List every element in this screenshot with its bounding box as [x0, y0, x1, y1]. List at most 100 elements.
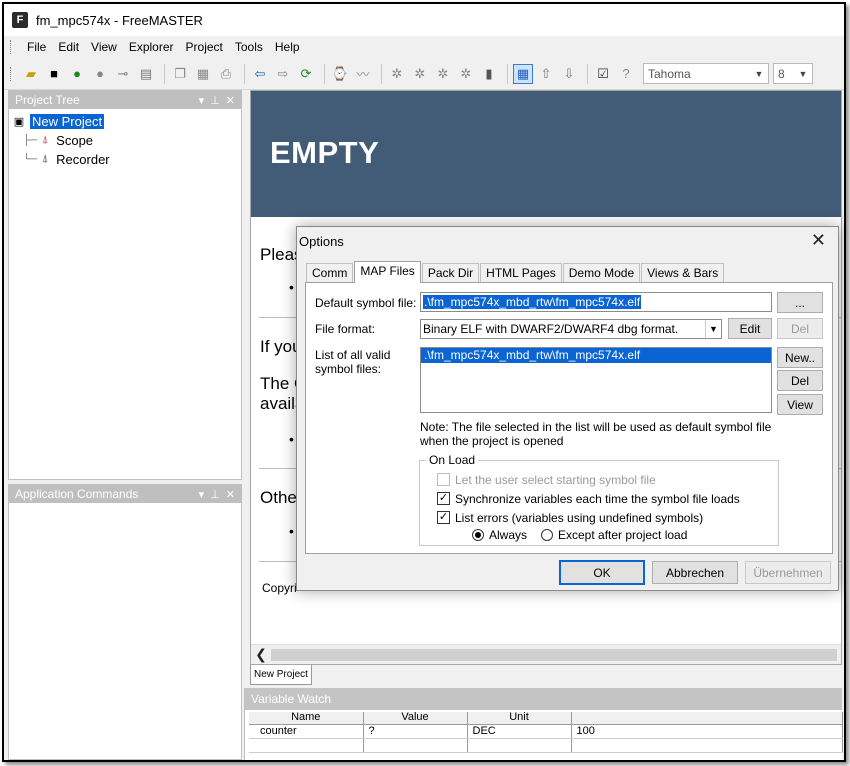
- menu-tools[interactable]: Tools: [229, 40, 269, 54]
- tab-pack-dir[interactable]: Pack Dir: [421, 263, 480, 282]
- ok-button[interactable]: OK: [559, 560, 645, 585]
- go-icon[interactable]: ●: [67, 64, 87, 84]
- key-icon[interactable]: ⊸: [113, 64, 133, 84]
- menu-bar: File Edit View Explorer Project Tools He…: [4, 36, 844, 58]
- print-icon[interactable]: ⎙: [216, 64, 236, 84]
- menu-edit[interactable]: Edit: [52, 40, 85, 54]
- column-header-unit[interactable]: Unit: [467, 712, 572, 725]
- close-icon[interactable]: ✕: [226, 94, 235, 107]
- except-after-load-label: Except after project load: [558, 528, 688, 542]
- down-arrow-icon[interactable]: ⇩: [559, 64, 579, 84]
- toolbar-separator: [324, 63, 325, 84]
- pin-icon[interactable]: ⊥: [210, 488, 220, 501]
- column-header-name[interactable]: Name: [249, 712, 364, 725]
- menu-explorer[interactable]: Explorer: [123, 40, 180, 54]
- cancel-button[interactable]: Abbrechen: [652, 561, 738, 584]
- application-commands-title: Application Commands: [15, 487, 139, 501]
- oscilloscope-icon[interactable]: 〰: [353, 64, 373, 84]
- symbol-list-label-2: symbol files:: [315, 362, 382, 376]
- properties-icon[interactable]: ▤: [136, 64, 156, 84]
- scope-icon: ⍋: [41, 134, 49, 146]
- grid-icon[interactable]: ▦: [513, 63, 533, 84]
- except-after-load-radio[interactable]: [541, 529, 553, 541]
- forward-arrow-icon[interactable]: ⇨: [273, 64, 293, 84]
- tree-item-recorder[interactable]: └─ ⍋ Recorder: [23, 150, 241, 169]
- up-arrow-icon[interactable]: ⇧: [536, 64, 556, 84]
- tab-map-files[interactable]: MAP Files: [354, 261, 421, 283]
- menu-file[interactable]: File: [21, 40, 52, 54]
- tree-item-scope[interactable]: ├─ ⍋ Scope: [23, 131, 241, 150]
- stop-icon[interactable]: ●: [90, 64, 110, 84]
- bug4-icon[interactable]: ✲: [456, 64, 476, 84]
- close-icon[interactable]: ✕: [226, 488, 235, 501]
- let-user-select-label: Let the user select starting symbol file: [455, 473, 656, 487]
- font-name-combo[interactable]: Tahoma ▼: [643, 63, 769, 84]
- refresh-icon[interactable]: ⟳: [296, 64, 316, 84]
- let-user-select-checkbox[interactable]: [437, 473, 450, 486]
- menu-grip: [10, 40, 13, 54]
- always-radio[interactable]: [472, 529, 484, 541]
- help-icon[interactable]: ?: [616, 64, 636, 84]
- dropdown-arrow-icon[interactable]: ▾: [199, 488, 205, 501]
- list-errors-checkbox[interactable]: ✓: [437, 511, 450, 524]
- chevron-down-icon: ▼: [754, 68, 764, 79]
- column-header-period[interactable]: [571, 712, 843, 725]
- tab-new-project[interactable]: New Project: [250, 665, 312, 685]
- close-icon[interactable]: ✕: [811, 230, 826, 251]
- options-icon[interactable]: ☑: [593, 64, 613, 84]
- bug2-icon[interactable]: ✲: [410, 64, 430, 84]
- tree-connector: └─: [23, 154, 38, 165]
- tab-comm[interactable]: Comm: [306, 263, 354, 282]
- toolbar-separator: [587, 63, 588, 84]
- browse-button[interactable]: ...: [777, 292, 823, 313]
- tab-views-bars[interactable]: Views & Bars: [641, 263, 725, 282]
- delete-symbol-file-button[interactable]: Del: [777, 370, 823, 391]
- tab-demo-mode[interactable]: Demo Mode: [562, 263, 641, 282]
- apply-button[interactable]: Übernehmen: [745, 561, 831, 584]
- view-symbol-file-button[interactable]: View: [777, 394, 823, 415]
- clipboard-icon[interactable]: ▮: [479, 64, 499, 84]
- tree-item-new-project[interactable]: ▣ New Project: [11, 112, 241, 131]
- watch-icon[interactable]: ⌚: [330, 64, 350, 84]
- new-symbol-file-button[interactable]: New..: [777, 347, 823, 368]
- pin-icon[interactable]: ⊥: [210, 94, 220, 107]
- empty-cell: [571, 738, 843, 753]
- symbol-files-list[interactable]: .\fm_mpc574x_mbd_rtw\fm_mpc574x.elf: [420, 347, 772, 413]
- table-row: [249, 738, 843, 753]
- save-icon[interactable]: ■: [44, 64, 64, 84]
- empty-cell: [363, 738, 468, 753]
- column-header-value[interactable]: Value: [363, 712, 468, 725]
- variable-watch-table: Name Value Unit counter ? DEC 100: [249, 712, 843, 753]
- list-item[interactable]: .\fm_mpc574x_mbd_rtw\fm_mpc574x.elf: [421, 348, 771, 363]
- dropdown-arrow-icon[interactable]: ▾: [199, 94, 205, 107]
- document-tab-strip: New Project: [250, 665, 842, 687]
- back-arrow-icon[interactable]: ⇦: [250, 64, 270, 84]
- table-row[interactable]: counter ? DEC 100: [249, 724, 843, 739]
- radio-dot: [475, 532, 481, 538]
- horizontal-scrollbar[interactable]: ❮: [251, 644, 841, 664]
- bug1-icon[interactable]: ✲: [387, 64, 407, 84]
- recorder-icon: ⍋: [41, 153, 49, 165]
- empty-cell: [467, 738, 572, 753]
- tree-item-label: Recorder: [56, 152, 110, 167]
- bullet: •: [289, 279, 294, 295]
- edit-format-button[interactable]: Edit: [728, 318, 772, 339]
- menu-view[interactable]: View: [85, 40, 123, 54]
- synchronize-variables-checkbox[interactable]: ✓: [437, 492, 450, 505]
- tab-html-pages[interactable]: HTML Pages: [480, 263, 562, 282]
- bug3-icon[interactable]: ✲: [433, 64, 453, 84]
- chevron-left-icon[interactable]: ❮: [251, 646, 271, 663]
- tree-connector: ├─: [23, 135, 38, 146]
- note-text-2: when the project is opened: [420, 434, 564, 448]
- dialog-title: Options: [299, 234, 344, 249]
- copy-icon[interactable]: ❐: [170, 64, 190, 84]
- font-size-combo[interactable]: 8 ▼: [773, 63, 813, 84]
- delete-format-button[interactable]: Del: [777, 318, 823, 339]
- open-folder-icon[interactable]: ▰: [21, 64, 41, 84]
- default-symbol-field[interactable]: .\fm_mpc574x_mbd_rtw\fm_mpc574x.elf: [420, 292, 772, 312]
- paste-icon[interactable]: ▦: [193, 64, 213, 84]
- menu-help[interactable]: Help: [269, 40, 306, 54]
- file-format-select[interactable]: Binary ELF with DWARF2/DWARF4 dbg format…: [420, 319, 722, 339]
- menu-project[interactable]: Project: [180, 40, 229, 54]
- scrollbar-track[interactable]: [271, 648, 837, 661]
